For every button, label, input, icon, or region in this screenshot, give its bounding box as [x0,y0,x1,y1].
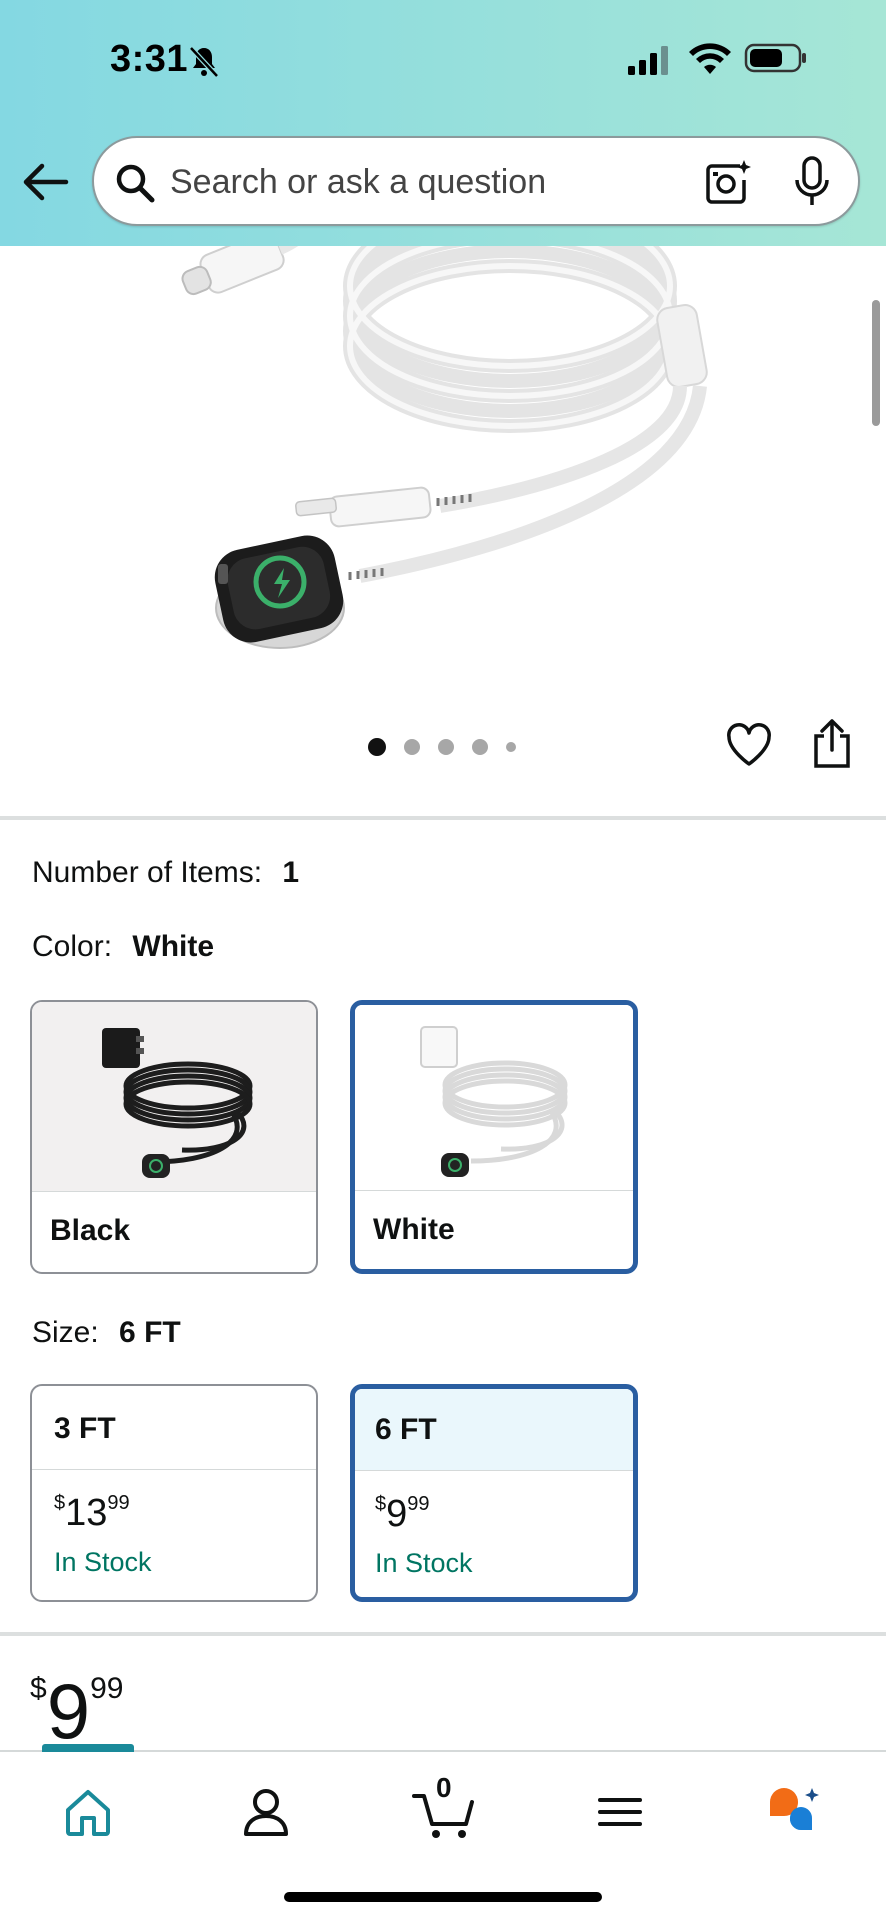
microphone-icon[interactable] [794,156,830,208]
size-option-stock: In Stock [54,1547,152,1577]
product-price: $999 [30,1667,124,1755]
pagination-dot[interactable] [404,739,420,755]
header: 3:31 [0,0,886,246]
bell-muted-icon [189,46,219,78]
size-row: Size: 6 FT [32,1316,181,1350]
active-tab-indicator [42,1744,134,1752]
search-input[interactable] [170,156,640,208]
number-of-items-label: Number of Items: [32,856,263,889]
color-label: Color: [32,930,113,963]
battery-icon [744,43,806,73]
share-icon[interactable] [812,718,852,768]
search-bar[interactable] [92,136,860,226]
home-icon[interactable] [58,1782,118,1842]
product-image[interactable] [0,246,886,676]
size-option-label: 6 FT [355,1389,633,1471]
size-option-price: $999 [375,1493,430,1535]
section-divider [0,1632,886,1636]
color-value: White [132,930,215,963]
charging-cable-image [181,246,708,649]
size-option-6ft[interactable]: 6 FT $999 In Stock [350,1384,638,1602]
section-divider [0,816,886,820]
size-option-price: $1399 [54,1492,130,1534]
account-icon[interactable] [236,1782,296,1842]
cellular-signal-icon [628,46,668,75]
number-of-items-value: 1 [282,856,300,889]
heart-icon[interactable] [726,722,772,768]
menu-icon[interactable] [590,1782,650,1842]
search-icon [116,164,155,203]
status-time: 3:31 [110,38,189,80]
size-option-stock: In Stock [375,1548,473,1578]
pagination-dot[interactable] [506,742,516,752]
pagination-dot[interactable] [368,738,386,756]
camera-search-icon[interactable] [704,158,752,206]
size-option-label: 3 FT [32,1386,316,1470]
pagination-dot[interactable] [472,739,488,755]
home-indicator [284,1892,602,1902]
pagination-dot[interactable] [438,739,454,755]
color-swatch-white[interactable]: White [350,1000,638,1274]
size-option-3ft[interactable]: 3 FT $1399 In Stock [30,1384,318,1602]
back-arrow-icon[interactable] [20,160,70,204]
size-label: Size: [32,1316,99,1349]
image-pagination-dots[interactable] [368,738,516,756]
color-swatch-label: Black [50,1214,131,1247]
color-swatch-image [355,1005,633,1191]
color-swatch-black[interactable]: Black [30,1000,318,1274]
color-row: Color: White [32,930,214,964]
status-bar: 3:31 [0,0,886,120]
size-value: 6 FT [119,1316,181,1349]
number-of-items-row: Number of Items: 1 [32,856,299,890]
wifi-icon [689,43,731,74]
cart-count: 0 [436,1772,452,1803]
rufus-icon[interactable] [764,1782,824,1842]
color-swatch-label: White [373,1213,455,1246]
scrollbar[interactable] [872,300,880,426]
color-swatch-image [32,1002,316,1192]
